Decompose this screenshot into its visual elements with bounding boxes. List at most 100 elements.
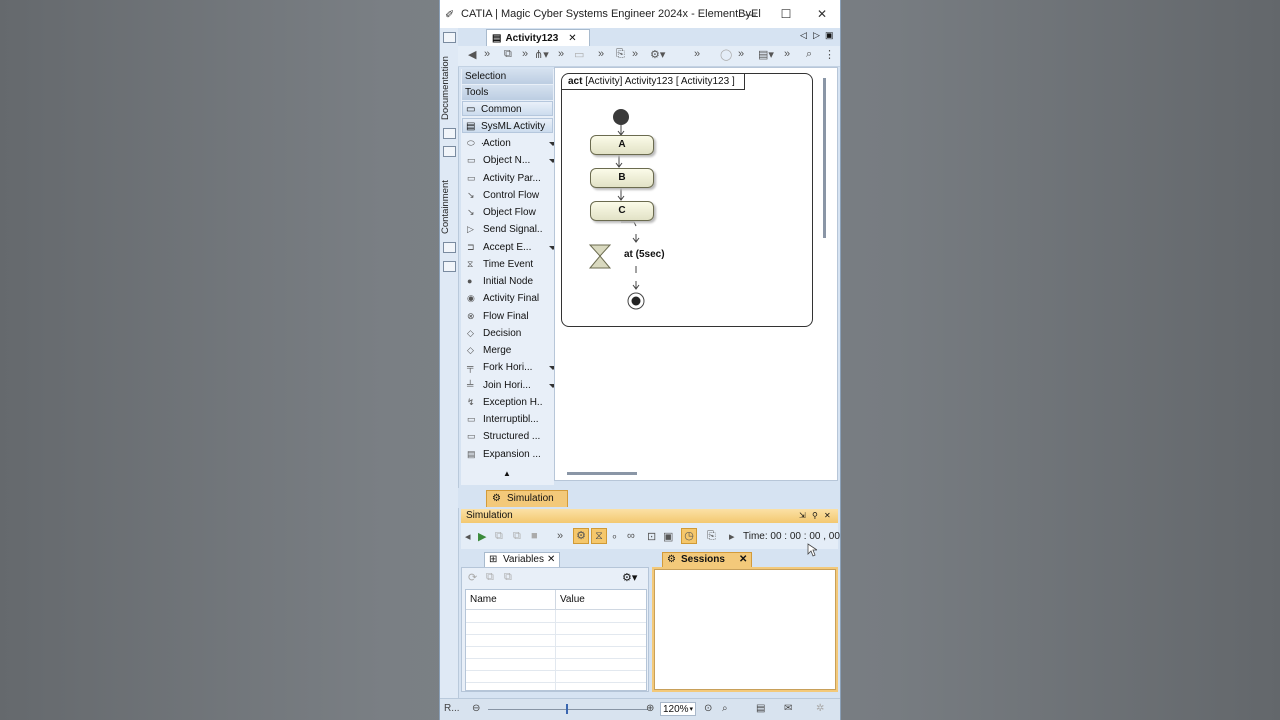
export-icon[interactable]: ⎘: [616, 48, 625, 61]
zoom-in-icon[interactable]: ⊕: [646, 703, 654, 714]
palette-item-interruptibl[interactable]: ▭ Interruptibl...: [463, 411, 543, 428]
close-icon[interactable]: ✕: [739, 553, 747, 567]
palette-item-flow-final[interactable]: ⊗ Flow Final: [463, 308, 543, 325]
panel-icon[interactable]: [443, 261, 456, 272]
restore-icon[interactable]: ⇲: [799, 509, 806, 523]
gear-icon[interactable]: ⚙▾: [650, 48, 665, 61]
zoom-select[interactable]: 120% ▾: [660, 702, 696, 716]
zoom-out-icon[interactable]: ⊖: [472, 703, 480, 714]
palette-item-exception-h[interactable]: ↯ Exception H...: [463, 394, 543, 411]
time-event-label[interactable]: at (5sec): [624, 249, 665, 260]
lock-icon[interactable]: ⊡: [647, 530, 656, 543]
action-c[interactable]: C: [590, 201, 654, 221]
palette-header-tools[interactable]: Tools: [462, 85, 553, 100]
action-a[interactable]: A: [590, 135, 654, 155]
palette-item-initial-node[interactable]: ● Initial Node: [463, 273, 543, 290]
more-icon[interactable]: »: [484, 48, 490, 60]
tab-activity123[interactable]: ▤ Activity123 ✕: [486, 29, 590, 46]
column-header-value[interactable]: Value: [556, 590, 646, 610]
time-event-hourglass-icon[interactable]: [588, 244, 612, 257]
minimize-button[interactable]: —: [732, 0, 768, 28]
zoom-fit-icon[interactable]: ⊙: [704, 703, 712, 714]
action-b[interactable]: B: [590, 168, 654, 188]
pin-icon[interactable]: ⚲: [812, 509, 818, 523]
palette-item-join-hori[interactable]: ╧ Join Hori...: [463, 377, 543, 394]
palette-item-activity-final[interactable]: ◉ Activity Final: [463, 290, 543, 307]
collapse-icon[interactable]: ◂: [465, 530, 471, 543]
messages-icon[interactable]: ✉: [784, 703, 792, 714]
restore-icon[interactable]: [443, 32, 456, 43]
activity-frame[interactable]: act [Activity] Activity123 [ Activity123…: [561, 73, 813, 327]
panel-icon[interactable]: [443, 146, 456, 157]
initial-node[interactable]: [613, 109, 629, 125]
close-icon[interactable]: ✕: [547, 553, 555, 567]
panel-icon[interactable]: [443, 242, 456, 253]
more-icon[interactable]: »: [558, 48, 564, 60]
more-icon[interactable]: »: [557, 530, 563, 542]
overflow-icon[interactable]: ⋮: [824, 48, 835, 61]
monitor-icon[interactable]: ▣: [663, 530, 673, 543]
breakpoint-icon[interactable]: ∘: [611, 530, 618, 543]
palette-item-send-signal[interactable]: ▷ Send Signal...: [463, 221, 543, 238]
copy-icon[interactable]: ⧉: [486, 571, 494, 584]
clock-icon[interactable]: ◷: [681, 528, 697, 544]
palette-item-activity-par[interactable]: ▭ Activity Par...: [463, 170, 543, 187]
palette-item-accept-e[interactable]: ⊐ Accept E...: [463, 239, 543, 256]
infinity-icon[interactable]: ∞: [627, 530, 635, 542]
containment-tab[interactable]: Containment: [440, 174, 458, 240]
palette-item-expansion[interactable]: ▤ Expansion ...: [463, 446, 543, 463]
palette-item-object-flow[interactable]: ↘ Object Flow: [463, 204, 543, 221]
zoom-actual-icon[interactable]: ⌕: [722, 703, 728, 714]
close-button[interactable]: ✕: [804, 0, 840, 28]
close-icon[interactable]: ✕: [568, 33, 576, 44]
palette-group-common[interactable]: ▭ Common: [462, 101, 553, 116]
canvas-horizontal-scrollbar[interactable]: [567, 472, 637, 475]
stop-icon[interactable]: ■: [531, 530, 538, 542]
tab-list-icon[interactable]: ▣: [825, 30, 834, 41]
palette-item-time-event[interactable]: ⧖ Time Event: [463, 256, 543, 273]
scroll-up-icon[interactable]: ▲: [503, 469, 511, 478]
gear-icon[interactable]: ⚙▾: [622, 571, 637, 584]
shape-icon[interactable]: ◯: [720, 48, 732, 61]
search-icon[interactable]: ⌕: [806, 48, 812, 61]
view-icon[interactable]: ▤▾: [758, 48, 774, 61]
palette-item-control-flow[interactable]: ↘ Control Flow: [463, 187, 543, 204]
more-icon[interactable]: »: [522, 48, 528, 60]
zoom-slider-thumb[interactable]: [566, 704, 568, 714]
palette-item-decision[interactable]: ◇ Decision: [463, 325, 543, 342]
sessions-tree[interactable]: [654, 569, 836, 690]
canvas-vertical-scrollbar[interactable]: [823, 78, 826, 238]
column-header-name[interactable]: Name: [466, 590, 556, 610]
control-flow[interactable]: [621, 221, 637, 227]
expand-icon[interactable]: ▸: [729, 530, 735, 543]
line-icon[interactable]: ▭: [574, 48, 584, 61]
step-into-icon[interactable]: ⧉: [495, 530, 503, 543]
export-icon[interactable]: ⎘: [707, 530, 716, 543]
tab-variables[interactable]: ⊞ Variables ✕: [484, 552, 560, 567]
palette-header-selection[interactable]: Selection: [462, 69, 553, 84]
palette-item-action[interactable]: ⬭ Action: [463, 135, 543, 152]
step-over-icon[interactable]: ⧉: [513, 530, 521, 543]
paste-icon[interactable]: ⧉: [504, 571, 512, 584]
notifications-icon[interactable]: ▤: [756, 703, 765, 714]
palette-group-sysml-activity[interactable]: ▤ SysML Activity ...: [462, 118, 553, 147]
variables-table[interactable]: Name Value: [465, 589, 647, 691]
documentation-tab[interactable]: Documentation: [440, 52, 458, 124]
tab-simulation[interactable]: ⚙ Simulation: [486, 490, 568, 507]
scroll-right-icon[interactable]: ▷: [813, 30, 820, 41]
more-icon[interactable]: »: [632, 48, 638, 60]
more-icon[interactable]: »: [738, 48, 744, 60]
scroll-left-icon[interactable]: ◁: [800, 30, 807, 41]
maximize-button[interactable]: ☐: [768, 0, 804, 28]
run-icon[interactable]: ▶: [478, 530, 486, 543]
refresh-icon[interactable]: ⟳: [468, 571, 477, 584]
layout-icon[interactable]: ⧉: [504, 48, 512, 61]
palette-item-merge[interactable]: ◇ Merge: [463, 342, 543, 359]
tree-icon[interactable]: ⋔▾: [534, 48, 549, 61]
animation-icon[interactable]: ⚙: [573, 528, 589, 544]
palette-item-object-n[interactable]: ▭ Object N...: [463, 152, 543, 169]
back-icon[interactable]: ◀: [468, 48, 476, 61]
more-icon[interactable]: »: [598, 48, 604, 60]
diagram-canvas[interactable]: act [Activity] Activity123 [ Activity123…: [554, 67, 838, 481]
more-icon[interactable]: »: [694, 48, 700, 60]
